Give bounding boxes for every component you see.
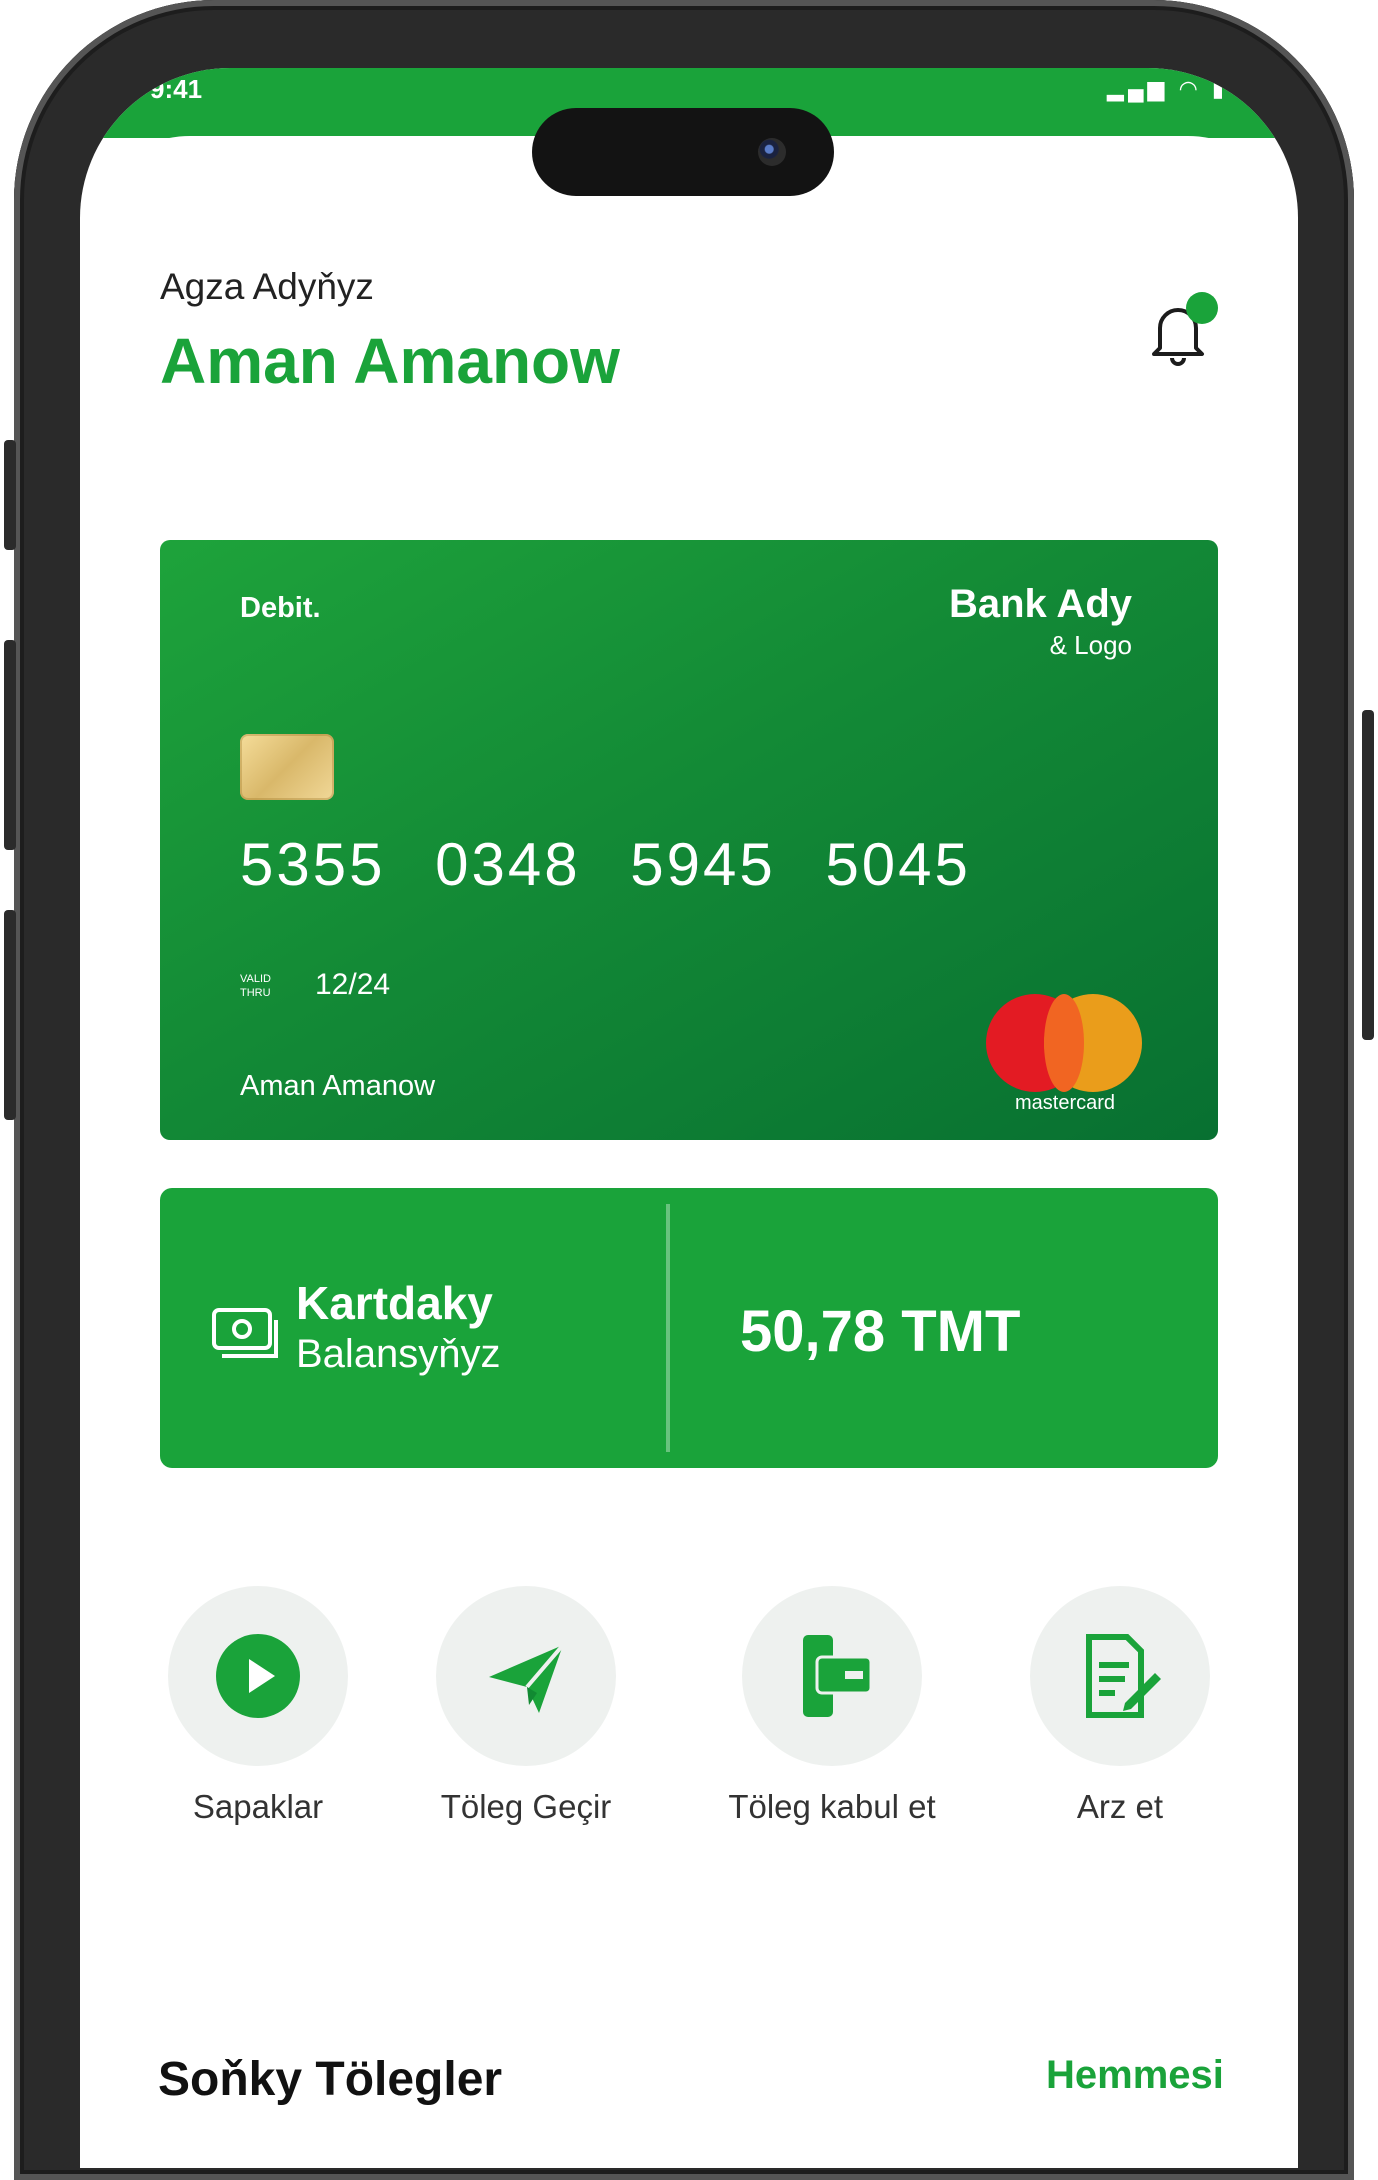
dynamic-island <box>532 108 834 196</box>
receive-payment-button[interactable] <box>742 1586 922 1766</box>
valid-thru-label: VALID THRU <box>240 973 271 999</box>
application-label[interactable]: Arz et <box>980 1788 1260 1826</box>
send-payment-label[interactable]: Töleg Geçir <box>386 1788 666 1826</box>
mastercard-logo-icon: mastercard <box>980 990 1150 1114</box>
application-edit-icon <box>1086 1634 1161 1718</box>
play-icon <box>216 1634 300 1718</box>
card-network-label: mastercard <box>1014 1092 1116 1114</box>
lessons-button[interactable] <box>168 1586 348 1766</box>
balance-subtitle: Balansyňyz <box>296 1332 501 1376</box>
status-time: 9:41 <box>150 74 203 104</box>
card-type: Debit. <box>240 592 321 624</box>
camera-icon <box>758 138 786 166</box>
balance-divider <box>666 1204 670 1452</box>
phone-side-button <box>1362 710 1374 1040</box>
card-holder: Aman Amanow <box>240 1070 436 1102</box>
balance-title: Kartdaky <box>296 1277 493 1329</box>
application-button[interactable] <box>1030 1586 1210 1766</box>
status-icons: ▂▄▆ ◠ ▮ <box>1107 76 1228 101</box>
card-chip-icon <box>240 734 334 800</box>
balance-panel: Kartdaky Balansyňyz 50,78 TMT <box>160 1188 1218 1468</box>
lessons-label[interactable]: Sapaklar <box>118 1788 398 1826</box>
receive-payment-label[interactable]: Töleg kabul et <box>692 1788 972 1826</box>
phone-side-button <box>4 910 16 1120</box>
bank-logo-text: & Logo <box>1049 630 1132 660</box>
card-number: 5355 0348 5945 5045 <box>240 831 971 898</box>
balance-amount: 50,78 TMT <box>740 1299 1021 1364</box>
recent-payments-title: Soňky Tölegler <box>158 2053 503 2106</box>
notification-bell-icon[interactable] <box>1140 290 1224 374</box>
user-name: Aman Amanow <box>160 325 620 397</box>
bank-name: Bank Ady <box>948 582 1132 626</box>
receive-payment-icon <box>803 1635 873 1717</box>
debit-card[interactable]: Debit. Bank Ady & Logo 5355 0348 5945 50… <box>160 540 1218 1140</box>
send-icon <box>489 1643 565 1713</box>
send-payment-button[interactable] <box>436 1586 616 1766</box>
valid-date: 12/24 <box>315 968 391 1001</box>
cash-icon <box>212 1308 278 1358</box>
phone-side-button <box>4 440 16 550</box>
phone-side-button <box>4 640 16 850</box>
app-screen: 9:41 ▂▄▆ ◠ ▮ Agza Adyňyz Aman Amanow Deb… <box>80 68 1298 2168</box>
greeting-label: Agza Adyňyz <box>160 266 374 307</box>
see-all-link[interactable]: Hemmesi <box>1046 2053 1224 2098</box>
